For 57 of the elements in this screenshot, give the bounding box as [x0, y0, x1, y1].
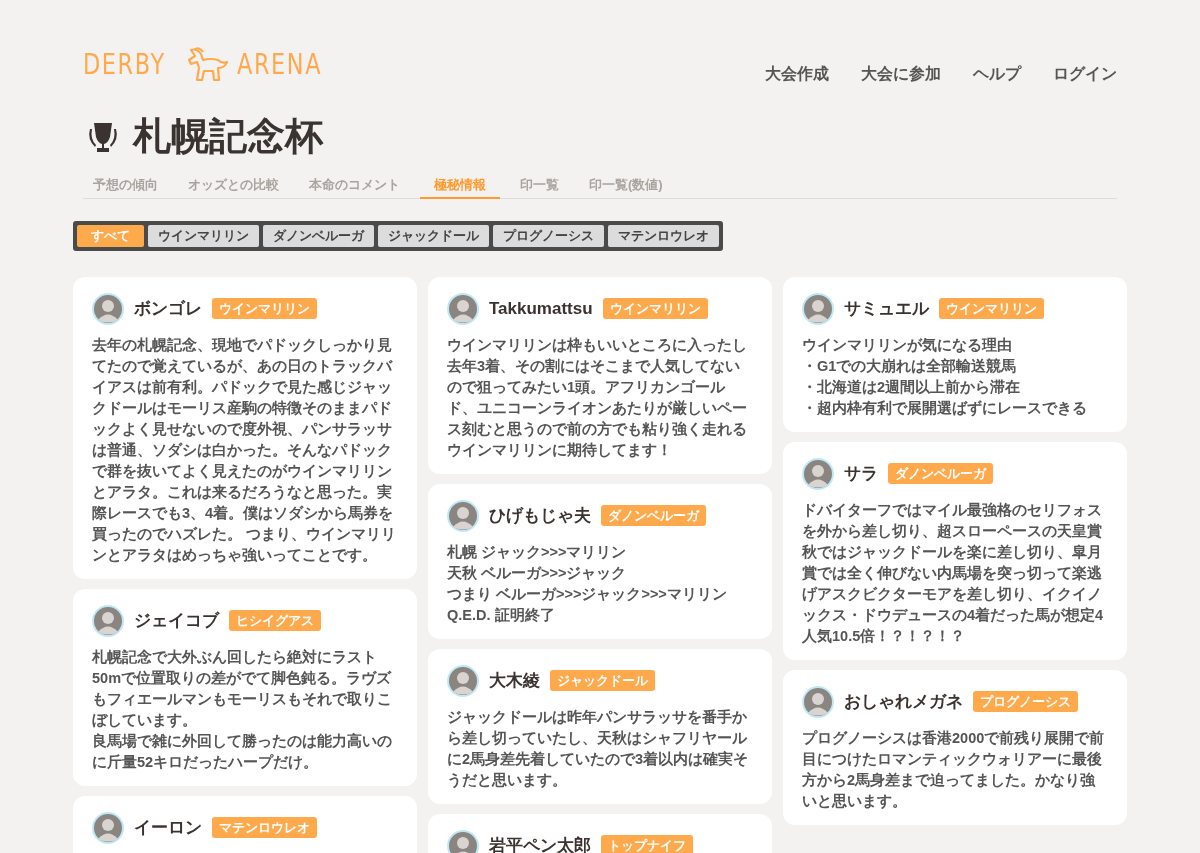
comment-text: つまり ベルーガ>>>ジャック>>>マリリン	[447, 584, 728, 604]
comment-text: 良馬場で雑に外回して勝ったのは能力高いのに斤量52キロだったハープだけ。	[92, 731, 393, 772]
avatar	[802, 685, 834, 718]
horse-tag: ダノンベルーガ	[888, 462, 993, 485]
nav-link[interactable]: 大会作成	[765, 62, 829, 86]
avatar	[447, 499, 479, 532]
comment-text: ドバイターフではマイル最強格のセリフォスを外から差し切り、超スローペースの天皇賞秋ではジャックドールを楽に差し切り、皐月賞では全く伸びない内馬場を突っ切って楽逃げアスクビクターモアを差し切り、イクイノックス・ドウデュースの4着だった馬が想定4人気10.5倍！？！？！？	[802, 500, 1105, 646]
comment-text: ウインマリリンは枠もいいところに入ったし去年3着、その割にはそこまで人気してないので狙ってみたい1頭。アフリカンゴールド、ユニコーンライオンあたりが厳しいペース刻むと思うので前の方でも粘り強く走れるウインマリリンに期待してます！	[447, 335, 748, 460]
avatar	[447, 829, 479, 853]
comment-text: 札幌記念で大外ぶん回したら絶対にラスト50mで位置取りの差がでて脚色鈍る。ラヴズもフィエールマンもモーリスもそれで取りこぼしています。	[92, 647, 393, 730]
avatar	[802, 457, 834, 490]
filter-button[interactable]: マテンロウレオ	[608, 224, 719, 247]
comment-text: ウインマリリンが気になる理由	[802, 335, 1013, 355]
comment-text: 天秋 ベルーガ>>>ジャック	[447, 563, 628, 583]
user-name: ボンゴレ	[134, 297, 202, 320]
page-title: 札幌記念杯	[133, 114, 323, 159]
filter-button[interactable]: ジャックドール	[378, 224, 489, 247]
logo-text: DERBY	[83, 47, 166, 83]
comment-text: ・G1での大崩れは全部輸送競馬	[802, 356, 1018, 376]
horse-tag: ヒシイグアス	[229, 609, 321, 632]
comment-text: ジャックドールは昨年パンサラッサを番手から差し切っていたし、天秋はシャフリヤールに2馬身差先着していたので3着以内は確実そうだと思います。	[447, 707, 750, 790]
horse-tag: マテンロウレオ	[212, 816, 317, 839]
avatar	[447, 292, 479, 325]
user-name: イーロン	[134, 816, 202, 839]
filter-button[interactable]: ダノンベルーガ	[263, 224, 374, 247]
horse-tag: ジャックドール	[550, 669, 655, 692]
horse-tag: ウインマリリン	[212, 297, 317, 320]
comment-text: ・北海道は2週間以上前から滞在	[802, 377, 1022, 397]
horse-tag: プログノーシス	[973, 690, 1078, 713]
avatar	[92, 604, 124, 637]
logo-text: ARENA	[236, 47, 322, 83]
avatar	[447, 664, 479, 697]
comment-text: ・超内枠有利で展開選ばずにレースできる	[802, 398, 1088, 419]
nav-link[interactable]: ヘルプ	[973, 62, 1021, 86]
comment-text: 札幌 ジャック>>>マリリン	[447, 542, 628, 562]
user-name: おしゃれメガネ	[844, 690, 963, 713]
avatar	[92, 811, 124, 844]
user-name: 岩平ペン太郎	[489, 834, 591, 853]
filter-button[interactable]: ウインマリリン	[148, 224, 259, 247]
avatar	[802, 292, 834, 325]
user-name: 大木綾	[489, 669, 540, 692]
horse-tag: ウインマリリン	[939, 297, 1044, 320]
comment-text: Q.E.D. 証明終了	[447, 605, 556, 625]
comment-text: プログノーシスは香港2000で前残り展開で前目につけたロマンティックウォリアーに最後方から2馬身差まで迫ってました。かなり強いと思います。	[802, 728, 1106, 811]
horse-tag: ダノンベルーガ	[601, 504, 706, 527]
comment-text: 去年の札幌記念、現地でパドックしっかり見てたので覚えているが、あの日のトラックバイアスは前有利。パドックで見た感じジャックドールはモーリス産駒の特徴そのままパドックよく見せないので度外視、パンサラッサは普通、ソダシは白かった。そんなパドックで群を抜いてよく見えたのがウインマリリンとアラタ。これは来るだろうなと思った。実際レースでも3、4着。僕はソダシから馬券を買ったのでハズレた。 つまり、ウインマリリンとアラタはめっちゃ強いってことです。	[92, 335, 398, 565]
nav-link[interactable]: ログイン	[1053, 62, 1117, 86]
avatar	[92, 292, 124, 325]
horse-tag: ウインマリリン	[602, 297, 708, 320]
user-name: ジェイコブ	[134, 609, 219, 632]
user-name: Takkumattsu	[489, 297, 593, 320]
filter-button[interactable]: プログノーシス	[493, 224, 604, 247]
nav-link[interactable]: 大会に参加	[861, 62, 941, 86]
user-name: サミュエル	[844, 297, 929, 320]
horse-tag: トップナイフ	[601, 834, 693, 853]
user-name: サラ	[844, 462, 878, 485]
user-name: ひげもじゃ夫	[489, 504, 591, 527]
